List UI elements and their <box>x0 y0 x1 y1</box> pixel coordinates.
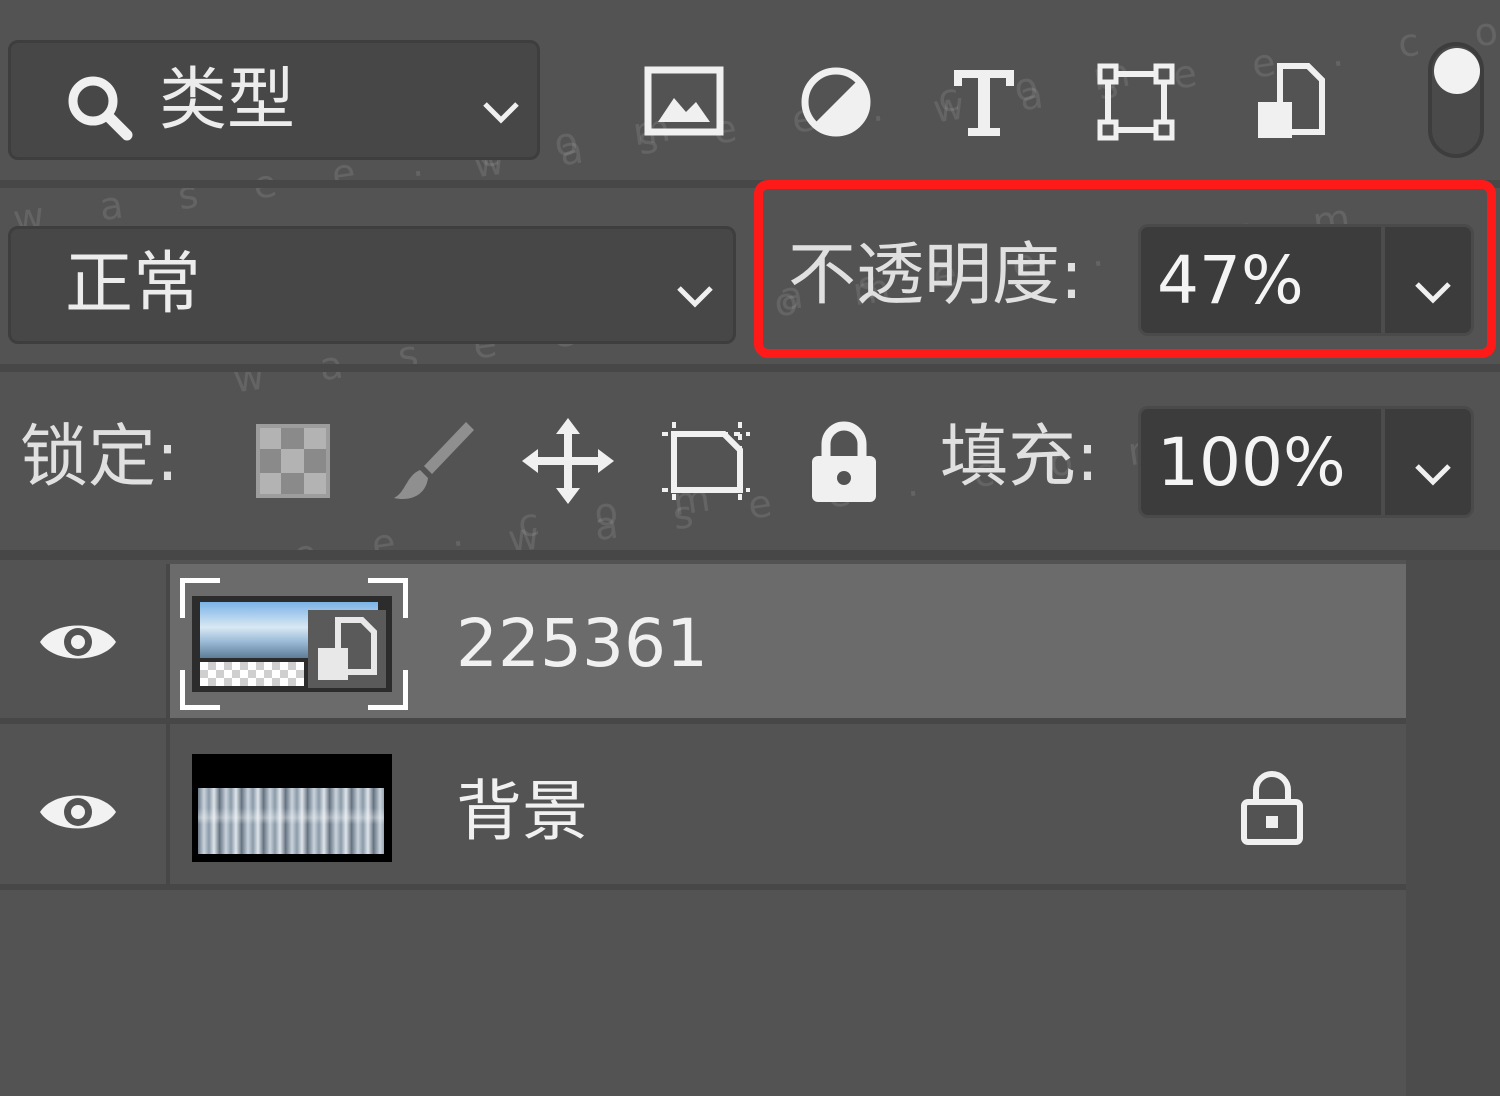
lock-image-pixels-icon[interactable] <box>386 416 482 506</box>
lock-artboard-icon[interactable] <box>658 416 754 506</box>
lock-all-icon[interactable] <box>796 416 892 506</box>
eye-icon[interactable] <box>36 614 120 670</box>
chevron-down-icon[interactable] <box>1413 461 1453 487</box>
shape-filter-icon[interactable] <box>1096 62 1176 142</box>
layer-thumbnail[interactable] <box>176 576 412 712</box>
adjustment-filter-icon[interactable] <box>796 62 876 142</box>
lock-transparent-pixels-icon[interactable] <box>246 416 342 506</box>
chevron-down-icon <box>483 102 519 124</box>
lock-position-icon[interactable] <box>520 416 616 506</box>
lock-label: 锁定: <box>20 418 179 497</box>
toggle-knob <box>1434 48 1480 94</box>
layers-scroll-gutter[interactable] <box>1406 560 1500 1096</box>
divider <box>0 884 1406 890</box>
divider <box>1381 409 1385 515</box>
filter-toggle[interactable] <box>1428 42 1484 158</box>
divider <box>0 364 1500 372</box>
visibility-column[interactable] <box>0 564 170 724</box>
image-filter-icon[interactable] <box>644 62 724 142</box>
layer-filter-select[interactable]: 类型 <box>8 40 540 160</box>
type-filter-icon[interactable] <box>944 62 1024 142</box>
smart-object-badge-icon <box>308 610 386 688</box>
thumbnail-transparency <box>200 662 304 686</box>
layer-name[interactable]: 背景 <box>456 772 588 852</box>
visibility-column[interactable] <box>0 724 170 884</box>
layer-row[interactable]: 225361 <box>0 564 1406 724</box>
lock-icon <box>1241 771 1303 845</box>
filter-kind-label: 类型 <box>159 61 296 140</box>
layer-row[interactable]: 背景 <box>0 724 1406 884</box>
fill-label: 填充: <box>940 418 1099 497</box>
thumbnail-image <box>198 788 384 854</box>
eye-icon[interactable] <box>36 784 120 840</box>
opacity-highlight-box <box>754 180 1496 358</box>
fill-field[interactable]: 100% <box>1138 406 1474 518</box>
blend-mode-label: 正常 <box>65 245 202 324</box>
fill-value[interactable]: 100% <box>1157 423 1346 503</box>
chevron-down-icon <box>677 286 713 308</box>
blend-mode-select[interactable]: 正常 <box>8 226 736 344</box>
smart-object-filter-icon[interactable] <box>1250 62 1330 142</box>
layer-thumbnail[interactable] <box>192 754 392 862</box>
thumbnail-frame <box>192 596 392 692</box>
search-icon <box>68 76 133 141</box>
layer-name[interactable]: 225361 <box>456 604 708 684</box>
